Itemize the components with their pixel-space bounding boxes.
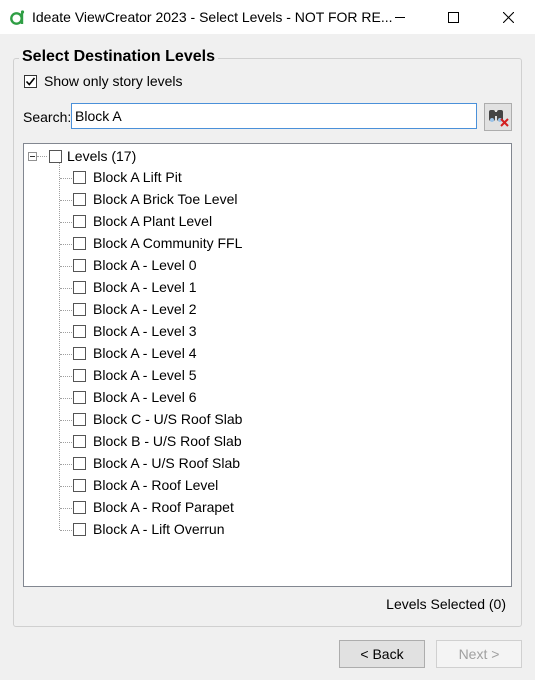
level-item[interactable]: Block A - Roof Parapet xyxy=(24,497,511,519)
level-checkbox[interactable] xyxy=(73,479,86,492)
level-item[interactable]: Block A - Level 2 xyxy=(24,299,511,321)
level-label: Block A - Roof Parapet xyxy=(93,499,234,515)
group-title: Select Destination Levels xyxy=(19,48,218,66)
minimize-button[interactable] xyxy=(377,0,423,34)
tree-connector xyxy=(60,178,72,179)
level-checkbox[interactable] xyxy=(73,281,86,294)
level-label: Block A - Roof Level xyxy=(93,477,219,493)
level-item[interactable]: Block A Lift Pit xyxy=(24,167,511,189)
tree-connector xyxy=(60,398,72,399)
level-label: Block A - Level 3 xyxy=(93,323,197,339)
level-checkbox[interactable] xyxy=(73,325,86,338)
clear-search-button[interactable] xyxy=(484,103,512,131)
tree-connector xyxy=(60,354,72,355)
next-button[interactable]: Next > xyxy=(436,640,522,668)
level-checkbox[interactable] xyxy=(73,171,86,184)
window-title: Ideate ViewCreator 2023 - Select Levels … xyxy=(32,9,393,25)
level-checkbox[interactable] xyxy=(73,523,86,536)
level-item[interactable]: Block A - Level 6 xyxy=(24,387,511,409)
level-item[interactable]: Block C - U/S Roof Slab xyxy=(24,409,511,431)
level-label: Block A - Level 2 xyxy=(93,301,197,317)
level-item[interactable]: Block A Community FFL xyxy=(24,233,511,255)
level-checkbox[interactable] xyxy=(73,391,86,404)
level-item[interactable]: Block A - Level 1 xyxy=(24,277,511,299)
collapse-icon[interactable] xyxy=(28,151,37,161)
tree-connector xyxy=(60,222,72,223)
level-label: Block B - U/S Roof Slab xyxy=(93,433,242,449)
search-input[interactable] xyxy=(71,103,477,129)
tree-connector xyxy=(60,376,72,377)
maximize-icon xyxy=(447,11,459,23)
tree-connector xyxy=(60,486,72,487)
level-item[interactable]: Block A - Level 5 xyxy=(24,365,511,387)
checkmark-icon xyxy=(25,77,36,86)
level-item[interactable]: Block A - Level 0 xyxy=(24,255,511,277)
show-story-levels-label: Show only story levels xyxy=(44,73,183,89)
level-item[interactable]: Block A - U/S Roof Slab xyxy=(24,453,511,475)
level-label: Block A Community FFL xyxy=(93,235,243,251)
level-item[interactable]: Block A - Level 4 xyxy=(24,343,511,365)
tree-connector xyxy=(60,310,72,311)
tree-root-levels[interactable]: Levels (17) xyxy=(28,145,136,167)
search-label: Search: xyxy=(23,109,72,125)
tree-connector xyxy=(60,530,72,531)
level-checkbox[interactable] xyxy=(73,347,86,360)
level-checkbox[interactable] xyxy=(73,215,86,228)
close-button[interactable] xyxy=(485,0,531,34)
level-item[interactable]: Block B - U/S Roof Slab xyxy=(24,431,511,453)
tree-connector xyxy=(60,332,72,333)
level-label: Block C - U/S Roof Slab xyxy=(93,411,243,427)
level-checkbox[interactable] xyxy=(73,457,86,470)
level-checkbox[interactable] xyxy=(73,435,86,448)
level-label: Block A Lift Pit xyxy=(93,169,182,185)
level-label: Block A - Lift Overrun xyxy=(93,521,225,537)
show-story-levels-option[interactable]: Show only story levels xyxy=(24,73,183,89)
level-item[interactable]: Block A Brick Toe Level xyxy=(24,189,511,211)
dialog-window: Ideate ViewCreator 2023 - Select Levels … xyxy=(0,0,535,680)
level-label: Block A - Level 1 xyxy=(93,279,197,295)
level-checkbox[interactable] xyxy=(73,501,86,514)
tree-connector xyxy=(60,464,72,465)
tree-connector xyxy=(60,442,72,443)
show-story-levels-checkbox[interactable] xyxy=(24,74,37,88)
level-checkbox[interactable] xyxy=(73,413,86,426)
app-logo-icon xyxy=(9,9,26,26)
tree-connector xyxy=(60,244,72,245)
back-button[interactable]: < Back xyxy=(339,640,425,668)
root-checkbox[interactable] xyxy=(49,149,62,163)
level-label: Block A Brick Toe Level xyxy=(93,191,238,207)
level-label: Block A Plant Level xyxy=(93,213,213,229)
level-label: Block A - Level 6 xyxy=(93,389,197,405)
level-checkbox[interactable] xyxy=(73,237,86,250)
level-checkbox[interactable] xyxy=(73,303,86,316)
tree-connector xyxy=(60,420,72,421)
root-label: Levels (17) xyxy=(67,148,137,164)
level-checkbox[interactable] xyxy=(73,193,86,206)
level-list: Block A Lift Pit Block A Brick Toe Level B… xyxy=(24,167,511,541)
close-icon xyxy=(502,11,514,23)
level-label: Block A - Level 5 xyxy=(93,367,197,383)
levels-selected-count: Levels Selected (0) xyxy=(386,596,506,612)
binoculars-clear-icon xyxy=(489,110,509,127)
level-checkbox[interactable] xyxy=(73,369,86,382)
levels-tree[interactable]: Levels (17) Block A Lift Pit Block A Bric… xyxy=(23,143,512,587)
tree-connector xyxy=(60,266,72,267)
tree-connector xyxy=(60,508,72,509)
level-item[interactable]: Block A - Roof Level xyxy=(24,475,511,497)
level-label: Block A - Level 0 xyxy=(93,257,197,273)
level-checkbox[interactable] xyxy=(73,259,86,272)
level-item[interactable]: Block A - Level 3 xyxy=(24,321,511,343)
level-item[interactable]: Block A - Lift Overrun xyxy=(24,519,511,541)
tree-connector xyxy=(60,288,72,289)
level-item[interactable]: Block A Plant Level xyxy=(24,211,511,233)
level-label: Block A - Level 4 xyxy=(93,345,197,361)
maximize-button[interactable] xyxy=(430,0,476,34)
level-label: Block A - U/S Roof Slab xyxy=(93,455,241,471)
tree-connector xyxy=(60,200,72,201)
minimize-icon xyxy=(395,17,405,18)
title-bar[interactable]: Ideate ViewCreator 2023 - Select Levels … xyxy=(0,0,535,34)
